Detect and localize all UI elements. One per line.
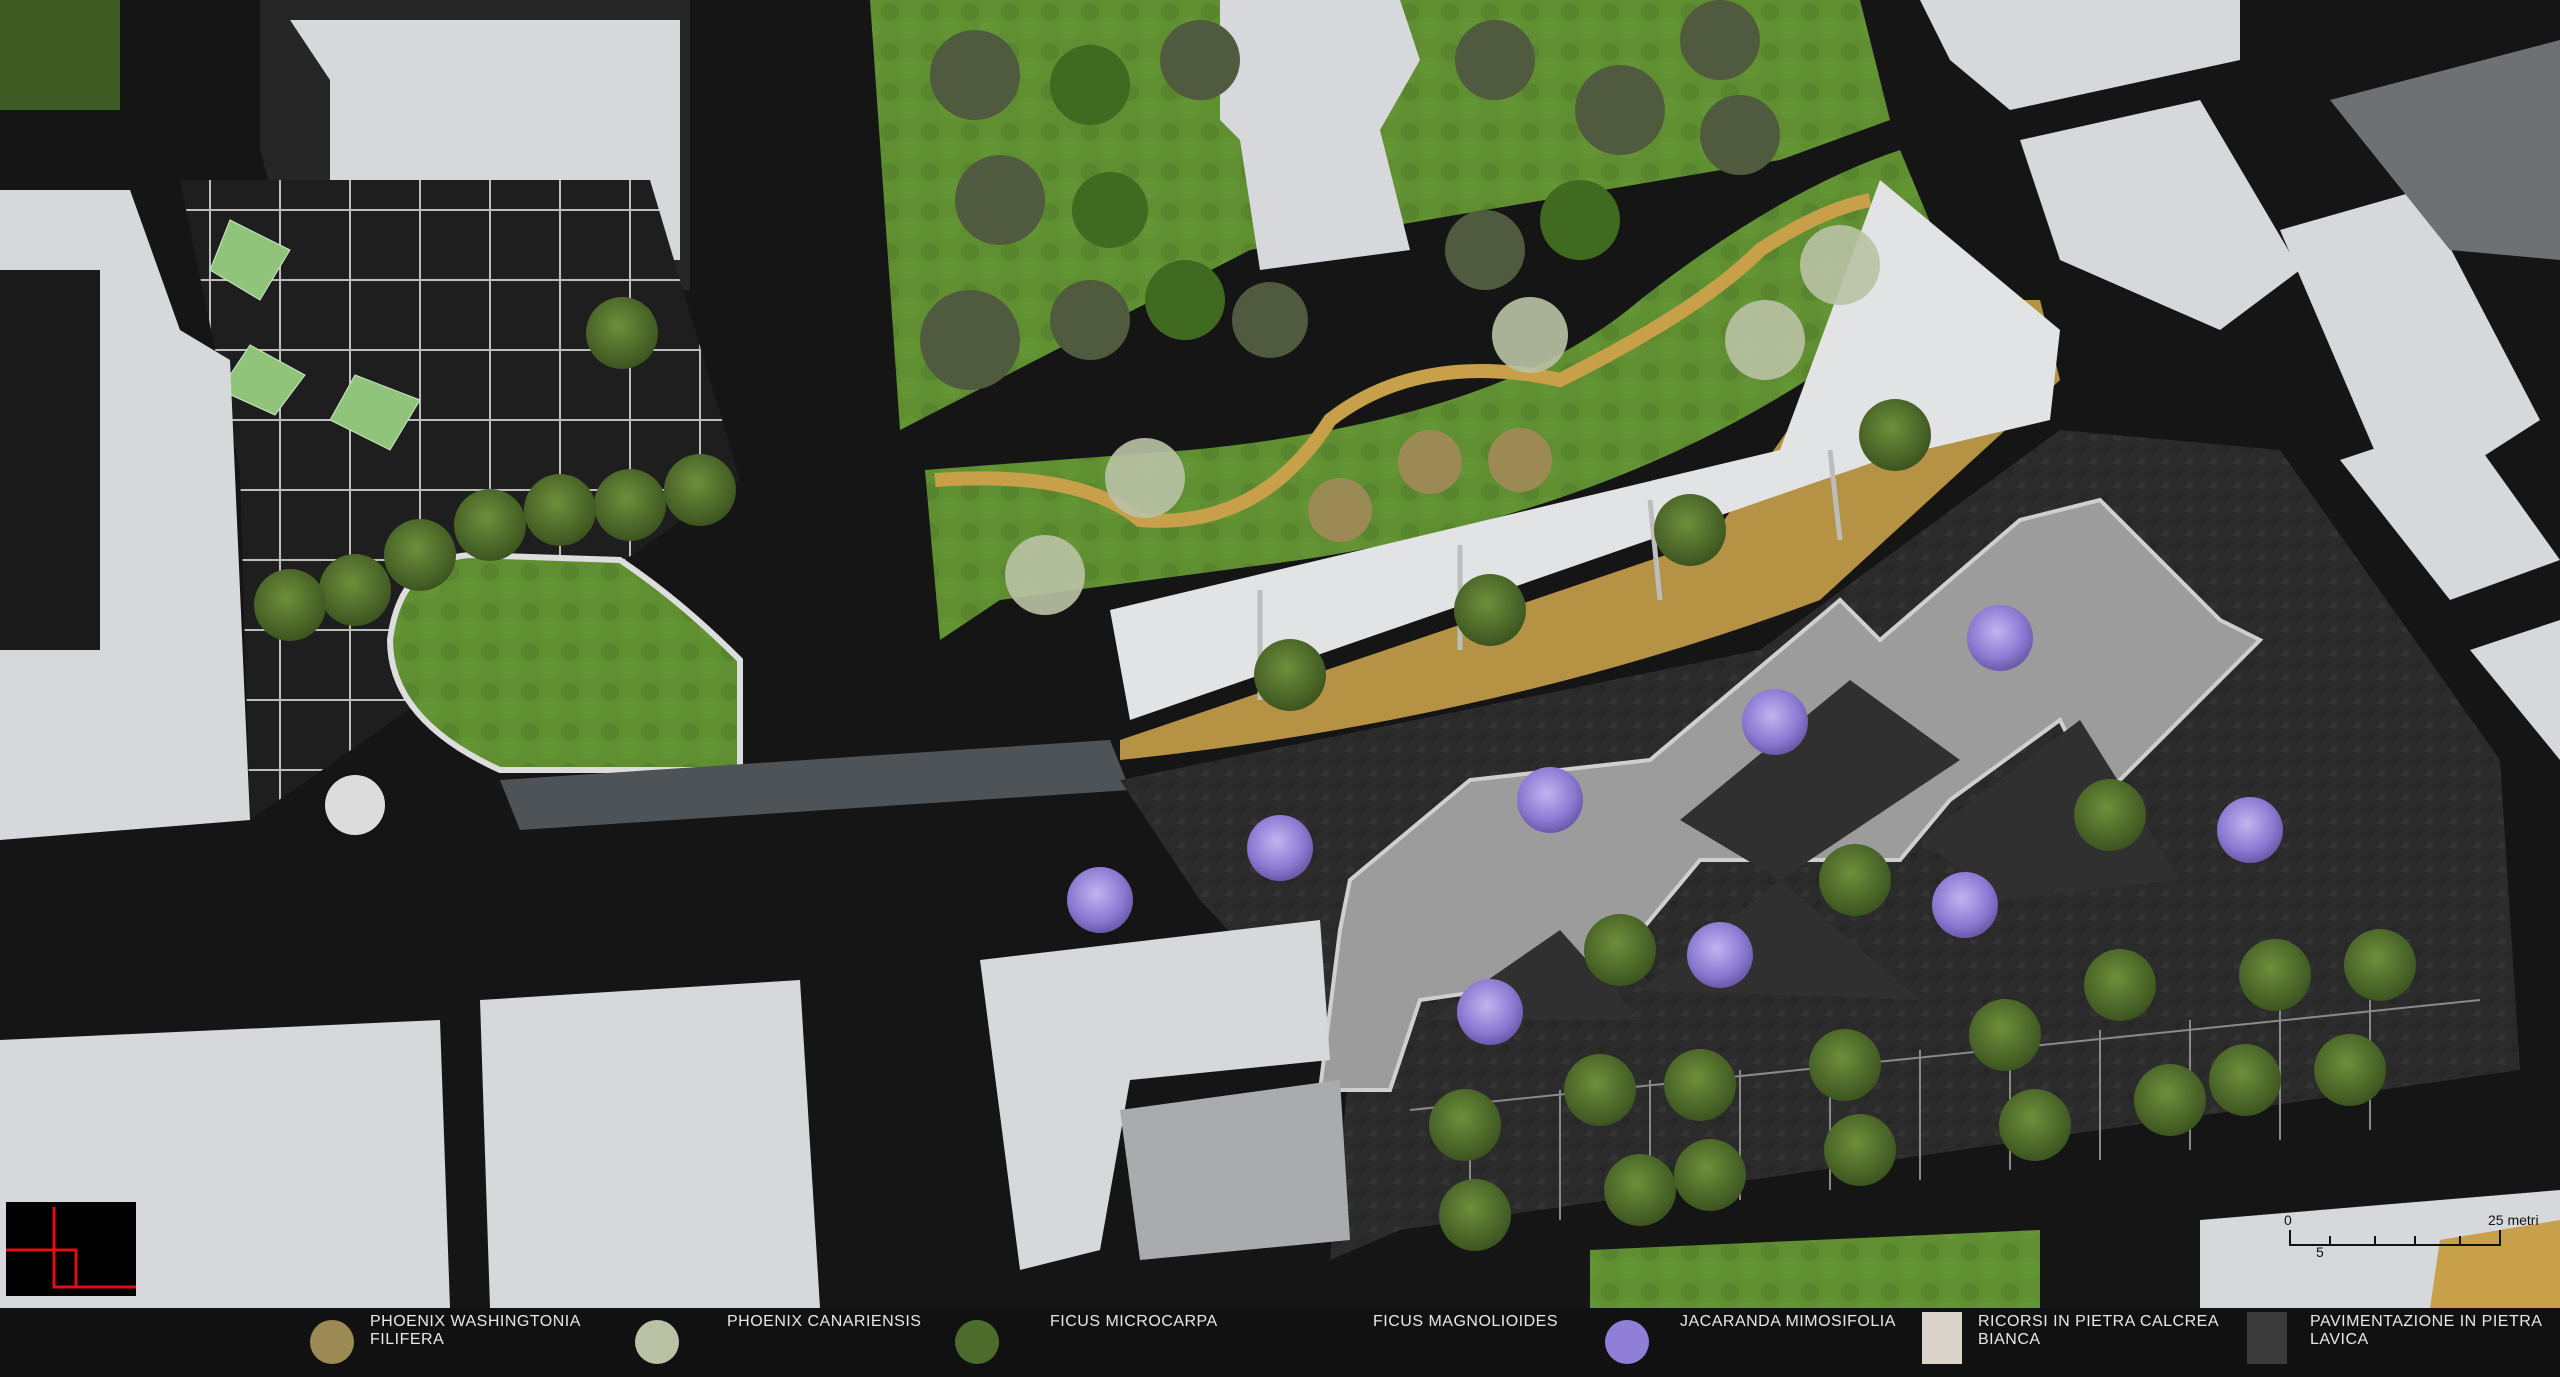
legend: PHOENIX WASHINGTONIA FILIFERA PHOENIX CA… xyxy=(0,1308,2560,1377)
tree xyxy=(524,474,596,546)
phoenix-washingtonia xyxy=(1398,430,1462,494)
tree xyxy=(955,155,1045,245)
tree xyxy=(1674,1139,1746,1211)
courtyard-west xyxy=(0,270,100,650)
legend-label: FICUS MAGNOLIOIDES xyxy=(1373,1313,1559,1330)
jacaranda xyxy=(1932,872,1998,938)
tree xyxy=(1232,282,1308,358)
tree xyxy=(1429,1089,1501,1161)
tree xyxy=(1072,172,1148,248)
scale-mid-label: 5 xyxy=(2316,1244,2324,1260)
tree xyxy=(1540,180,1620,260)
tree xyxy=(1160,20,1240,100)
legend-item-lava: PAVIMENTAZIONE IN PIETRA LAVICA xyxy=(2245,1308,2555,1377)
tree xyxy=(1700,95,1780,175)
tree xyxy=(1254,639,1326,711)
tree xyxy=(1999,1089,2071,1161)
tree xyxy=(1145,260,1225,340)
jacaranda xyxy=(1687,922,1753,988)
legend-item-ficus-magnolioides: FICUS MAGNOLIOIDES xyxy=(1360,1308,1610,1377)
tree xyxy=(1859,399,1931,471)
legend-item-phoenix-washingtonia: PHOENIX WASHINGTONIA FILIFERA xyxy=(300,1308,640,1377)
legend-item-phoenix-canariensis: PHOENIX CANARIENSIS xyxy=(625,1308,925,1377)
tree xyxy=(2209,1044,2281,1116)
legend-label: JACARANDA MIMOSIFOLIA xyxy=(1680,1313,1896,1330)
tree xyxy=(1050,280,1130,360)
phoenix-canariensis-icon xyxy=(635,1320,679,1364)
tree xyxy=(2074,779,2146,851)
tree xyxy=(1680,0,1760,80)
tree xyxy=(664,454,736,526)
tree xyxy=(1819,844,1891,916)
tree xyxy=(1445,210,1525,290)
tree xyxy=(1564,1054,1636,1126)
tree xyxy=(2084,949,2156,1021)
tree xyxy=(1575,65,1665,155)
tree xyxy=(1824,1114,1896,1186)
phoenix-canariensis xyxy=(1105,438,1185,518)
tree xyxy=(2314,1034,2386,1106)
legend-label: RICORSI IN PIETRA CALCREA BIANCA xyxy=(1978,1313,2219,1348)
scale-end-label: 25 metri xyxy=(2488,1212,2539,1228)
jacaranda xyxy=(2217,797,2283,863)
tree xyxy=(1454,574,1526,646)
fountain xyxy=(325,775,385,835)
legend-label: PHOENIX CANARIENSIS xyxy=(727,1313,922,1330)
north-arrow xyxy=(6,1202,136,1296)
jacaranda xyxy=(1742,689,1808,755)
tree xyxy=(1050,45,1130,125)
tree xyxy=(920,290,1020,390)
tree xyxy=(1664,1049,1736,1121)
tree xyxy=(254,569,326,641)
tree xyxy=(319,554,391,626)
legend-item-ficus-microcarpa: FICUS MICROCARPA xyxy=(945,1308,1245,1377)
white-limestone-swatch xyxy=(1922,1312,1962,1364)
building-s xyxy=(480,980,820,1308)
building-south-centre-annex xyxy=(1120,1080,1350,1260)
phoenix-canariensis xyxy=(1492,297,1568,373)
tree xyxy=(1584,914,1656,986)
tree xyxy=(930,30,1020,120)
phoenix-washingtonia xyxy=(1308,478,1372,542)
tree xyxy=(1809,1029,1881,1101)
phoenix-washingtonia-icon xyxy=(310,1320,354,1364)
tree xyxy=(454,489,526,561)
scale-start-label: 0 xyxy=(2284,1212,2292,1228)
legend-label: PHOENIX WASHINGTONIA FILIFERA xyxy=(370,1313,581,1348)
jacaranda xyxy=(1457,979,1523,1045)
legend-label: FICUS MICROCARPA xyxy=(1050,1313,1218,1330)
tree xyxy=(586,297,658,369)
jacaranda xyxy=(1067,867,1133,933)
jacaranda xyxy=(1517,767,1583,833)
tree xyxy=(384,519,456,591)
ficus-microcarpa-icon xyxy=(955,1320,999,1364)
tree xyxy=(2239,939,2311,1011)
jacaranda xyxy=(1247,815,1313,881)
tree xyxy=(2134,1064,2206,1136)
tree xyxy=(1604,1154,1676,1226)
lawn-corner xyxy=(0,0,120,110)
lava-stone-swatch xyxy=(2247,1312,2287,1364)
legend-item-jacaranda: JACARANDA MIMOSIFOLIA xyxy=(1595,1308,1915,1377)
legend-label: PAVIMENTAZIONE IN PIETRA LAVICA xyxy=(2310,1313,2543,1348)
site-plan xyxy=(0,0,2560,1308)
tree xyxy=(1439,1179,1511,1251)
phoenix-canariensis xyxy=(1005,535,1085,615)
phoenix-washingtonia xyxy=(1488,428,1552,492)
jacaranda xyxy=(1967,605,2033,671)
phoenix-canariensis xyxy=(1725,300,1805,380)
phoenix-canariensis xyxy=(1800,225,1880,305)
tree xyxy=(1969,999,2041,1071)
legend-item-limestone: RICORSI IN PIETRA CALCREA BIANCA xyxy=(1920,1308,2240,1377)
tree xyxy=(2344,929,2416,1001)
tree xyxy=(1654,494,1726,566)
tree xyxy=(594,469,666,541)
jacaranda-icon xyxy=(1605,1320,1649,1364)
tree xyxy=(1455,20,1535,100)
